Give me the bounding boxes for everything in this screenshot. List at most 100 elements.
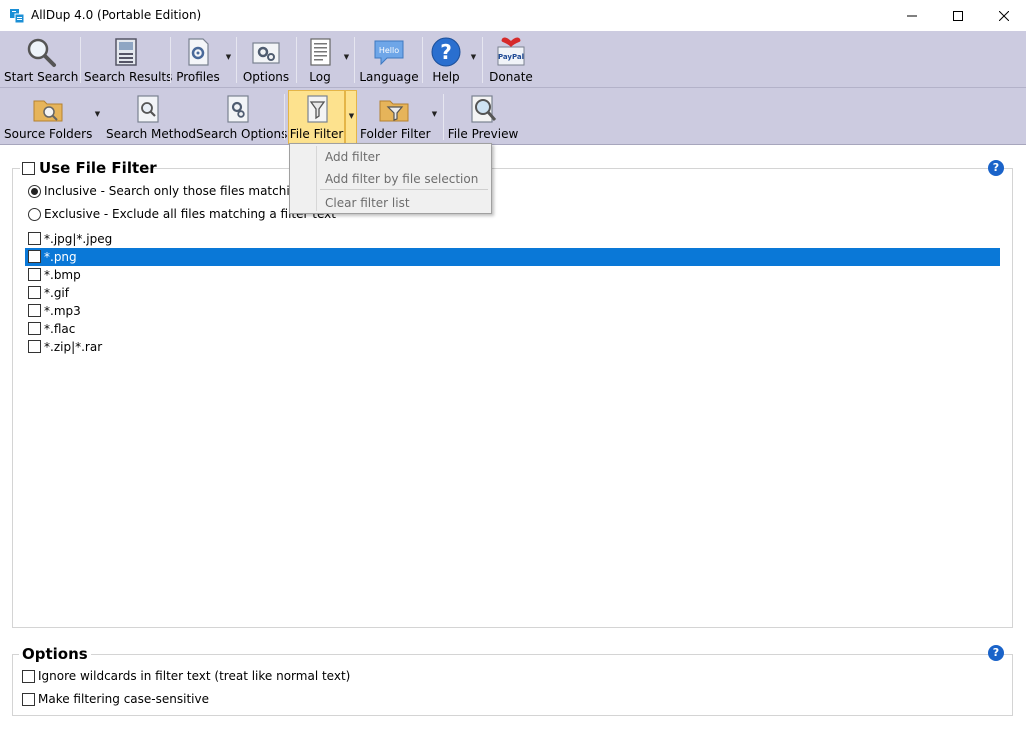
file-preview-button[interactable]: File Preview	[447, 91, 519, 143]
menu-separator	[320, 189, 488, 190]
filter-list-item[interactable]: *.png	[25, 248, 1000, 266]
donate-button[interactable]: PayPal Donate	[486, 34, 536, 86]
filter-item-checkbox[interactable]	[28, 250, 41, 263]
toolbar-separator	[80, 37, 81, 83]
profiles-label: Profiles	[176, 70, 220, 84]
main-toolbar: Start Search Search Results Profiles ▼ O…	[0, 31, 1026, 88]
filter-list-item[interactable]: *.gif	[25, 284, 1000, 302]
folder-filter-icon	[379, 100, 409, 122]
filter-item-label: *.gif	[44, 286, 69, 300]
minimize-button[interactable]	[889, 0, 935, 31]
close-icon	[999, 10, 1009, 21]
ignore-wildcards-checkbox[interactable]	[22, 670, 35, 683]
source-folders-button[interactable]: Source Folders	[4, 91, 92, 143]
inclusive-label: Inclusive - Search only those files matc…	[44, 184, 317, 198]
help-dropdown-arrow[interactable]: ▼	[469, 53, 478, 61]
search-results-label: Search Results	[84, 70, 173, 84]
menu-item-add-filter-label: Add filter	[325, 150, 380, 164]
search-options-label: Search Options	[196, 127, 288, 141]
help-button[interactable]: ? Help	[426, 34, 466, 86]
filter-list-item[interactable]: *.bmp	[25, 266, 1000, 284]
use-file-filter-header: Use File Filter	[20, 159, 157, 179]
menu-item-clear-filter-list-label: Clear filter list	[325, 196, 410, 210]
filter-item-label: *.zip|*.rar	[44, 340, 103, 354]
file-filter-help-icon[interactable]: ?	[988, 160, 1004, 176]
speech-bubble-icon: Hello	[374, 40, 404, 66]
use-file-filter-checkbox[interactable]	[22, 162, 35, 175]
source-folders-label: Source Folders	[4, 127, 93, 141]
filter-item-checkbox[interactable]	[28, 286, 41, 299]
filter-item-checkbox[interactable]	[28, 304, 41, 317]
filter-list-item[interactable]: *.jpg|*.jpeg	[25, 230, 1000, 248]
search-options-button[interactable]: Search Options	[196, 91, 288, 143]
inclusive-radio[interactable]	[28, 185, 41, 198]
folder-filter-label: Folder Filter	[360, 127, 431, 141]
filter-item-label: *.flac	[44, 322, 76, 336]
profiles-button[interactable]: Profiles	[174, 34, 222, 86]
language-button[interactable]: Hello Language	[358, 34, 420, 86]
search-method-label: Search Method	[106, 127, 197, 141]
file-preview-label: File Preview	[447, 127, 519, 141]
filter-item-checkbox[interactable]	[28, 322, 41, 335]
toolbar-separator	[354, 37, 355, 83]
use-file-filter-label: Use File Filter	[39, 159, 157, 177]
help-label: Help	[432, 70, 460, 84]
folder-filter-button[interactable]: Folder Filter	[360, 91, 431, 143]
toolbar-separator	[170, 37, 171, 83]
folder-filter-dropdown-arrow[interactable]: ▼	[430, 110, 439, 118]
file-filter-dropdown-button[interactable]: ▼	[345, 90, 357, 144]
options-label: Options	[242, 70, 290, 84]
filter-item-checkbox[interactable]	[28, 268, 41, 281]
toolbar-separator	[482, 37, 483, 83]
file-filter-funnel-icon	[306, 95, 328, 123]
filter-list-item[interactable]: *.mp3	[25, 302, 1000, 320]
folder-search-icon	[33, 100, 63, 122]
start-search-button[interactable]: Start Search	[4, 34, 78, 86]
profiles-gear-icon	[188, 38, 209, 66]
source-folders-dropdown-arrow[interactable]: ▼	[93, 110, 102, 118]
magnifier-icon	[27, 38, 56, 67]
help-question-icon: ?	[431, 37, 461, 67]
svg-text:?: ?	[440, 40, 452, 64]
file-filter-dropdown-arrow: ▼	[348, 112, 355, 120]
filter-item-label: *.bmp	[44, 268, 81, 282]
title-bar: AllDup 4.0 (Portable Edition)	[0, 0, 1026, 31]
filter-list-item[interactable]: *.flac	[25, 320, 1000, 338]
options-gear-icon	[252, 42, 280, 64]
options-header: Options	[19, 645, 91, 665]
log-document-icon	[310, 38, 331, 66]
log-button[interactable]: Log	[300, 34, 340, 86]
close-button[interactable]	[981, 0, 1026, 31]
options-help-icon[interactable]: ?	[988, 645, 1004, 661]
toolbar-separator	[284, 94, 285, 140]
filter-item-label: *.png	[44, 250, 77, 264]
options-button[interactable]: Options	[240, 34, 292, 86]
file-filter-button[interactable]: File Filter	[288, 90, 345, 144]
options-panel	[12, 654, 1013, 716]
minimize-icon	[907, 15, 917, 16]
maximize-button[interactable]	[935, 0, 981, 31]
menu-item-add-filter-by-selection-label: Add filter by file selection	[325, 172, 479, 186]
maximize-icon	[953, 10, 963, 21]
app-icon	[10, 9, 25, 24]
toolbar-separator	[422, 37, 423, 83]
filter-item-checkbox[interactable]	[28, 232, 41, 245]
case-sensitive-checkbox[interactable]	[22, 693, 35, 706]
menu-item-clear-filter-list[interactable]: Clear filter list	[291, 191, 490, 213]
toolbar-separator	[443, 94, 444, 140]
log-dropdown-arrow[interactable]: ▼	[342, 53, 351, 61]
search-results-button[interactable]: Search Results	[84, 34, 173, 86]
menu-item-add-filter[interactable]: Add filter	[291, 145, 490, 167]
filter-item-checkbox[interactable]	[28, 340, 41, 353]
case-sensitive-label: Make filtering case-sensitive	[38, 692, 209, 706]
filter-list-item[interactable]: *.zip|*.rar	[25, 338, 1000, 356]
filter-item-label: *.jpg|*.jpeg	[44, 232, 113, 246]
file-preview-icon	[471, 95, 497, 123]
profiles-dropdown-arrow[interactable]: ▼	[224, 53, 233, 61]
menu-item-add-filter-by-selection[interactable]: Add filter by file selection	[291, 167, 490, 189]
floppy-list-icon	[115, 38, 137, 66]
toolbar-separator	[296, 37, 297, 83]
donate-label: Donate	[489, 70, 533, 84]
exclusive-radio[interactable]	[28, 208, 41, 221]
search-method-button[interactable]: Search Method	[106, 91, 197, 143]
